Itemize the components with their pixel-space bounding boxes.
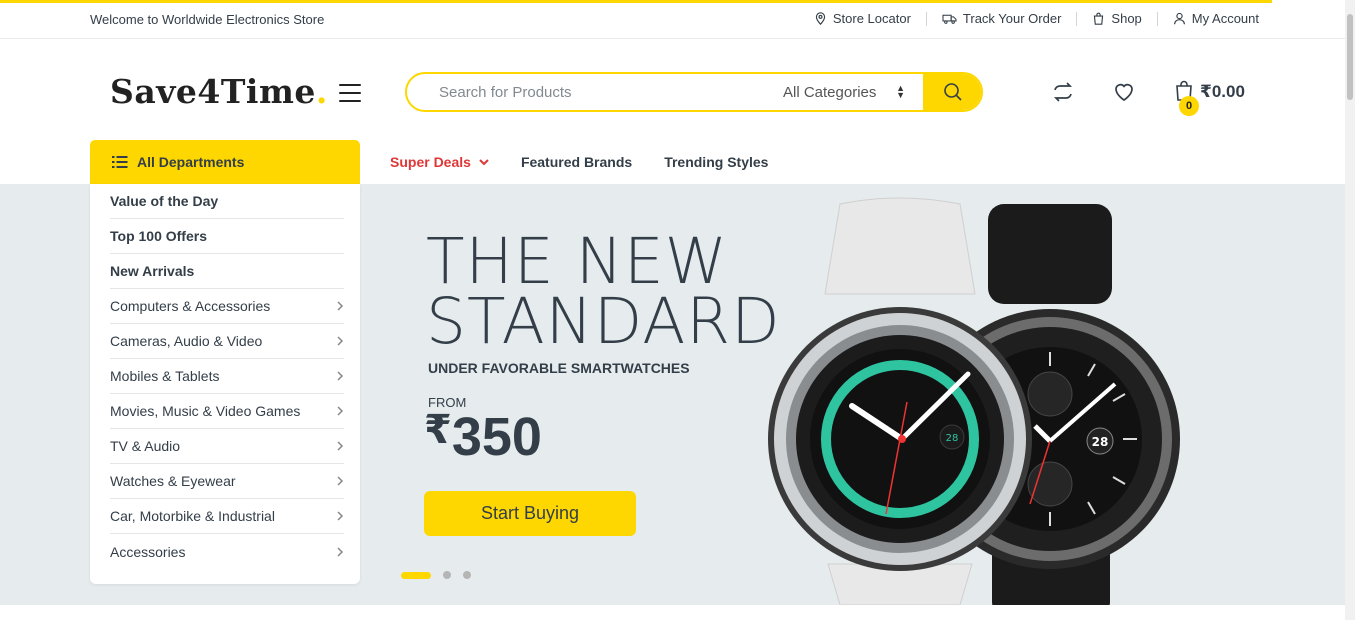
divider bbox=[1156, 11, 1158, 26]
department-label: Car, Motorbike & Industrial bbox=[110, 508, 275, 524]
chevron-right-icon bbox=[337, 438, 344, 454]
divider bbox=[925, 11, 927, 26]
chevron-right-icon bbox=[337, 544, 344, 560]
nav-label: Super Deals bbox=[390, 154, 471, 170]
department-item[interactable]: Car, Motorbike & Industrial bbox=[110, 499, 344, 534]
department-item[interactable]: TV & Audio bbox=[110, 429, 344, 464]
user-icon bbox=[1173, 12, 1185, 25]
department-label: Computers & Accessories bbox=[110, 298, 271, 314]
chevron-right-icon bbox=[337, 368, 344, 384]
department-label: Mobiles & Tablets bbox=[110, 368, 220, 384]
department-item[interactable]: Accessories bbox=[110, 534, 344, 569]
nav-label: Featured Brands bbox=[520, 154, 633, 170]
chevron-right-icon bbox=[337, 403, 344, 419]
department-item[interactable]: Top 100 Offers bbox=[110, 219, 344, 254]
department-label: TV & Audio bbox=[110, 438, 181, 454]
compare-icon[interactable] bbox=[1051, 80, 1075, 104]
track-order-label: Track Your Order bbox=[962, 11, 1062, 26]
logo-dot: . bbox=[315, 72, 328, 111]
truck-icon bbox=[942, 14, 957, 24]
category-select[interactable]: All Categories ▲ ▼ bbox=[783, 84, 923, 101]
department-label: Watches & Eyewear bbox=[110, 473, 236, 489]
shopping-bag-icon bbox=[1094, 12, 1104, 25]
start-buying-button[interactable]: Start Buying bbox=[424, 491, 636, 536]
department-label: Accessories bbox=[110, 543, 186, 560]
search-bar: Search for Products All Categories ▲ ▼ bbox=[405, 72, 983, 112]
hero-currency: ₹ bbox=[424, 408, 452, 452]
shop-link[interactable]: Shop bbox=[1092, 11, 1142, 26]
search-input[interactable]: Search for Products bbox=[407, 84, 783, 101]
category-selected: All Categories bbox=[783, 83, 877, 101]
chevron-right-icon bbox=[337, 298, 344, 314]
department-label: New Arrivals bbox=[110, 263, 195, 279]
chevron-right-icon bbox=[337, 508, 344, 524]
hero-title: THE NEW STANDARD bbox=[426, 225, 781, 358]
hero-title-line2: STANDARD bbox=[426, 285, 781, 358]
nav-label: Trending Styles bbox=[664, 154, 769, 170]
department-item[interactable]: Cameras, Audio & Video bbox=[110, 324, 344, 359]
site-logo[interactable]: Save4Time. bbox=[110, 72, 328, 111]
welcome-text: Welcome to Worldwide Electronics Store bbox=[90, 12, 325, 27]
department-label: Movies, Music & Video Games bbox=[110, 403, 301, 419]
department-item[interactable]: Mobiles & Tablets bbox=[110, 359, 344, 394]
my-account-label: My Account bbox=[1191, 11, 1259, 26]
nav-super-deals[interactable]: Super Deals bbox=[390, 154, 489, 170]
front-watch-date: 28 bbox=[946, 433, 959, 444]
department-item[interactable]: Computers & Accessories bbox=[110, 289, 344, 324]
all-departments-button[interactable]: All Departments bbox=[90, 140, 360, 184]
department-item[interactable]: Movies, Music & Video Games bbox=[110, 394, 344, 429]
store-locator-label: Store Locator bbox=[832, 11, 911, 26]
top-bar: Welcome to Worldwide Electronics Store S… bbox=[0, 3, 1345, 39]
department-item[interactable]: Watches & Eyewear bbox=[110, 464, 344, 499]
cart-count-badge: 0 bbox=[1179, 96, 1199, 116]
page-scrollbar[interactable] bbox=[1345, 0, 1355, 620]
list-icon bbox=[112, 156, 128, 168]
select-arrows-icon: ▲ ▼ bbox=[896, 83, 905, 100]
departments-menu: Value of the Day Top 100 Offers New Arriva… bbox=[90, 184, 360, 584]
department-label: Cameras, Audio & Video bbox=[110, 333, 263, 349]
hero-price-value: 350 bbox=[451, 407, 542, 467]
store-locator-link[interactable]: Store Locator bbox=[814, 11, 911, 26]
logo-text: Save4Time bbox=[110, 72, 316, 111]
hero-subtitle: UNDER FAVORABLE SMARTWATCHES bbox=[428, 360, 690, 376]
department-item[interactable]: New Arrivals bbox=[110, 254, 344, 289]
chevron-down-icon bbox=[479, 159, 489, 166]
search-icon bbox=[944, 83, 962, 101]
nav-featured-brands[interactable]: Featured Brands bbox=[521, 154, 632, 170]
my-account-link[interactable]: My Account bbox=[1173, 11, 1259, 26]
slide-dot-active[interactable] bbox=[401, 571, 431, 579]
divider bbox=[1076, 11, 1078, 26]
hero-title-line1: THE NEW bbox=[426, 225, 728, 298]
department-label: Top 100 Offers bbox=[110, 228, 207, 244]
smartwatch-image: 28 28 bbox=[768, 197, 1180, 605]
back-watch-date: 28 bbox=[1092, 435, 1109, 449]
chevron-right-icon bbox=[337, 333, 344, 349]
slide-dot[interactable] bbox=[443, 571, 451, 579]
scrollbar-thumb[interactable] bbox=[1347, 14, 1353, 100]
menu-toggle-icon[interactable] bbox=[339, 84, 361, 102]
department-item[interactable]: Value of the Day bbox=[110, 184, 344, 219]
chevron-right-icon bbox=[337, 473, 344, 489]
main-nav: Super Deals Featured Brands Trending Sty… bbox=[390, 154, 800, 170]
wishlist-heart-icon[interactable] bbox=[1112, 80, 1136, 104]
departments-title: All Departments bbox=[137, 154, 245, 170]
top-links: Store Locator Track Your Order Shop My A… bbox=[814, 11, 1259, 26]
slider-dots bbox=[401, 571, 471, 579]
cart-button[interactable]: 0 ₹0.00 bbox=[1174, 80, 1245, 116]
map-pin-icon bbox=[815, 12, 825, 25]
slide-dot[interactable] bbox=[463, 571, 471, 579]
hero-price: ₹350 bbox=[424, 406, 542, 468]
search-button[interactable] bbox=[923, 74, 981, 110]
nav-trending-styles[interactable]: Trending Styles bbox=[664, 154, 768, 170]
shop-label: Shop bbox=[1111, 11, 1142, 26]
track-order-link[interactable]: Track Your Order bbox=[942, 11, 1062, 26]
cart-total: ₹0.00 bbox=[1200, 82, 1245, 101]
department-label: Value of the Day bbox=[110, 193, 219, 209]
